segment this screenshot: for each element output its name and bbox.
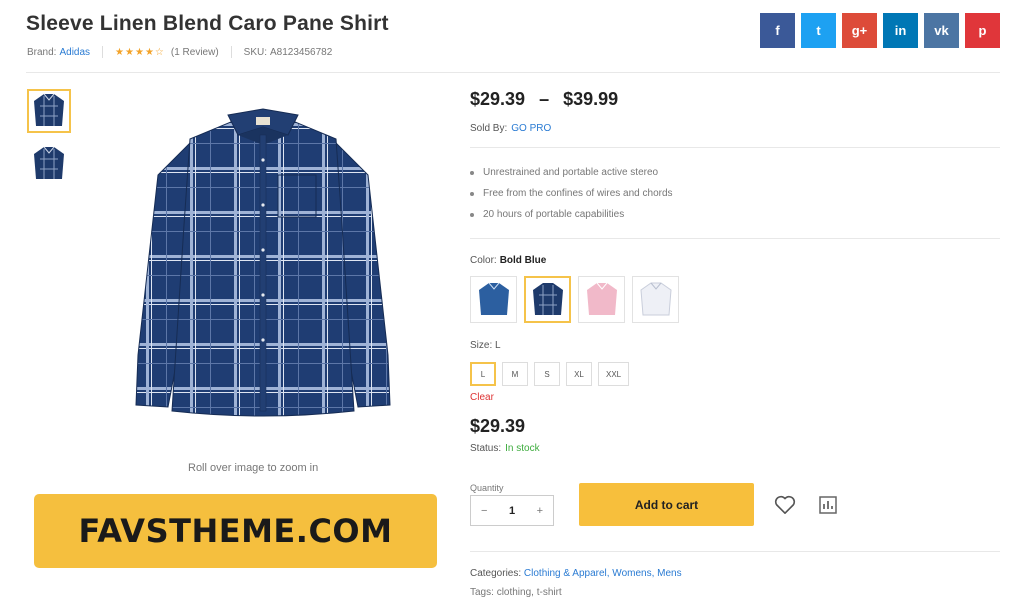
rating-stars: ★★★★☆ — [115, 46, 165, 58]
shirt-thumbnail-icon — [34, 146, 64, 179]
vk-icon: vk — [934, 23, 949, 38]
clear-selection-link[interactable]: Clear — [470, 392, 494, 403]
size-options: L M S XL XXL — [470, 362, 630, 386]
price-min: $29.39 — [470, 89, 526, 109]
swatch-white[interactable] — [632, 276, 679, 323]
wishlist-button[interactable] — [773, 494, 797, 516]
categories-label: Categories: — [470, 568, 522, 579]
price-range: $29.39– $39.99 — [470, 89, 618, 110]
watermark-banner: FAVSTHEME.COM — [34, 494, 437, 568]
zoom-hint: Roll over image to zoom in — [188, 462, 319, 474]
feature-item: 20 hours of portable capabilities — [470, 204, 673, 225]
color-selected-value: Bold Blue — [499, 255, 547, 266]
pinterest-icon: p — [978, 23, 987, 38]
size-selected-value: L — [495, 340, 501, 351]
plaid-shirt-icon — [532, 282, 563, 315]
size-label: Size: L — [470, 340, 501, 351]
size-option-m[interactable]: M — [502, 362, 528, 386]
linkedin-share-button[interactable]: in — [883, 13, 918, 48]
price-max: $39.99 — [563, 89, 619, 109]
sku-label: SKU: — [243, 46, 268, 58]
size-option-xl[interactable]: XL — [566, 362, 592, 386]
swatch-navy-plaid[interactable] — [524, 276, 571, 323]
twitter-icon: t — [816, 23, 821, 38]
category-links[interactable]: Clothing & Apparel, Womens, Mens — [524, 568, 682, 579]
quantity-increase-button[interactable]: + — [537, 505, 543, 517]
quantity-decrease-button[interactable]: − — [481, 505, 487, 517]
quantity-label: Quantity — [470, 483, 504, 493]
denim-shirt-icon — [478, 282, 509, 315]
swatch-denim-blue[interactable] — [470, 276, 517, 323]
size-option-l[interactable]: L — [470, 362, 496, 386]
shirt-thumbnail-icon — [34, 93, 64, 126]
meta-divider — [230, 46, 232, 58]
google-plus-icon: g+ — [851, 23, 868, 38]
quantity-stepper: − 1 + — [470, 495, 554, 526]
price-dash: – — [539, 89, 550, 109]
review-count-link[interactable]: (1 Review) — [171, 47, 219, 58]
section-divider — [470, 551, 1000, 552]
linkedin-icon: in — [894, 23, 907, 38]
sold-by: Sold By: GO PRO — [470, 123, 551, 134]
section-divider — [470, 147, 1000, 148]
sold-by-label: Sold By: — [470, 123, 508, 134]
twitter-share-button[interactable]: t — [801, 13, 836, 48]
stock-status-value: In stock — [505, 443, 540, 454]
color-label-text: Color: — [470, 255, 497, 266]
compare-icon — [819, 496, 837, 514]
variation-price: $29.39 — [470, 416, 526, 436]
add-to-cart-button[interactable]: Add to cart — [579, 483, 754, 526]
brand-label: Brand: — [27, 46, 57, 58]
facebook-icon: f — [775, 23, 780, 38]
vendor-link[interactable]: GO PRO — [511, 123, 551, 134]
gallery-thumbnail[interactable] — [27, 142, 71, 186]
quantity-value[interactable]: 1 — [509, 505, 515, 517]
tags-label: Tags: — [470, 587, 494, 597]
section-divider — [470, 238, 1000, 239]
product-meta: Brand: Adidas ★★★★☆ (1 Review) SKU: A812… — [27, 46, 332, 58]
product-tags: Tags: clothing, t-shirt — [470, 587, 562, 597]
facebook-share-button[interactable]: f — [760, 13, 795, 48]
google-plus-share-button[interactable]: g+ — [842, 13, 877, 48]
header-divider — [26, 72, 1000, 73]
size-option-xxl[interactable]: XXL — [598, 362, 630, 386]
size-label-text: Size: — [470, 340, 493, 351]
stock-status: Status: In stock — [470, 443, 540, 454]
pink-shirt-icon — [586, 282, 617, 315]
white-shirt-icon — [639, 282, 672, 315]
compare-button[interactable] — [816, 493, 840, 517]
product-categories: Categories: Clothing & Apparel, Womens, … — [470, 568, 682, 579]
tag-links[interactable]: clothing, t-shirt — [497, 587, 562, 597]
stock-status-label: Status: — [470, 443, 502, 454]
heart-icon — [774, 495, 796, 514]
color-label: Color: Bold Blue — [470, 255, 546, 266]
vk-share-button[interactable]: vk — [924, 13, 959, 48]
swatch-pink[interactable] — [578, 276, 625, 323]
feature-list: Unrestrained and portable active stereo … — [470, 162, 673, 225]
gallery-thumbnail[interactable] — [27, 89, 71, 133]
product-title: Sleeve Linen Blend Caro Pane Shirt — [26, 12, 389, 35]
sku-value: A8123456782 — [270, 46, 333, 58]
brand-link[interactable]: Adidas — [59, 47, 90, 58]
social-share-bar: f t g+ in vk p — [760, 13, 1000, 48]
color-swatches — [470, 276, 679, 323]
meta-divider — [102, 46, 104, 58]
feature-item: Unrestrained and portable active stereo — [470, 162, 673, 183]
size-option-s[interactable]: S — [534, 362, 560, 386]
pinterest-share-button[interactable]: p — [965, 13, 1000, 48]
product-main-image[interactable] — [128, 105, 398, 425]
feature-item: Free from the confines of wires and chor… — [470, 183, 673, 204]
